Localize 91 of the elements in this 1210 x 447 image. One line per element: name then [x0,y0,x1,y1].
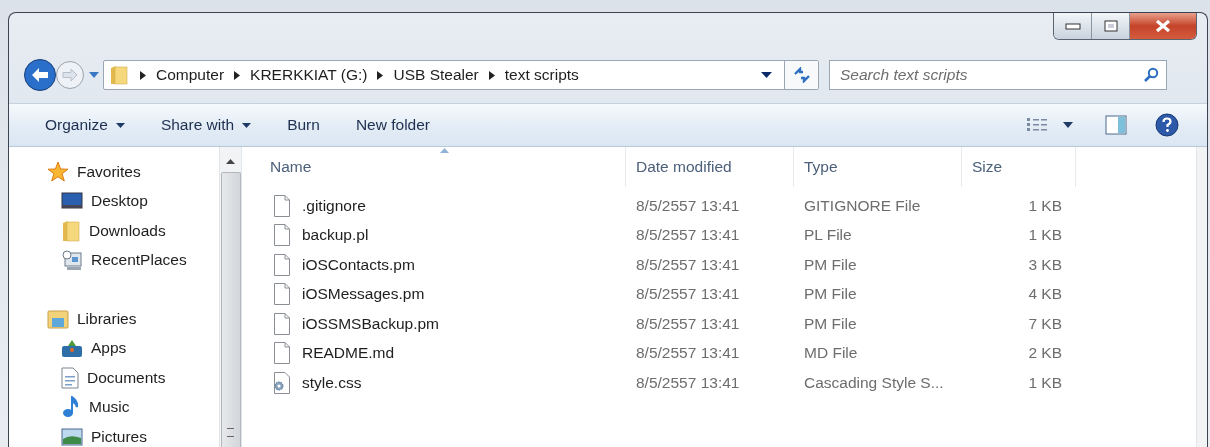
view-options-icon[interactable] [1027,118,1049,132]
pictures-icon [61,427,83,446]
file-icon [274,342,290,365]
type-cell-text: PM File [803,255,858,274]
folder-icon [61,219,81,242]
date-cell-text: 8/5/2557 13:41 [635,285,741,304]
size-cell-text: 7 KB [1027,314,1062,333]
column-header[interactable]: Size [962,147,1076,187]
file-icon [274,312,290,335]
refresh-button[interactable] [784,61,818,89]
nav-item[interactable]: Apps [47,333,219,363]
size-cell-text: 2 KB [1027,344,1062,363]
toolbar-button[interactable]: Share with [150,112,262,138]
date-cell-text: 8/5/2557 13:41 [635,373,741,392]
date-cell-text: 8/5/2557 13:41 [635,255,741,274]
refresh-icon [792,67,811,83]
column-header[interactable]: Type [794,147,962,187]
column-header[interactable]: Date modified [626,147,794,187]
chevron-icon[interactable] [377,70,384,80]
music-note-icon [61,396,81,419]
toolbar-button[interactable]: New folder [345,112,440,138]
size-cell-text: 1 KB [1027,373,1062,392]
nav-item[interactable]: Downloads [47,216,219,246]
folder-icon [110,65,128,85]
search-field[interactable]: Search text scripts [829,60,1167,90]
nav-item[interactable]: Pictures [47,422,219,447]
date-cell-text: 8/5/2557 13:41 [635,314,741,333]
caret-icon [115,122,125,128]
caret-icon [242,122,252,128]
nav-item[interactable]: Favorites [47,157,219,187]
apps-icon [61,338,83,359]
scroll-up-icon[interactable] [226,159,235,164]
file-icon [274,253,290,276]
date-cell-text: 8/5/2557 13:41 [635,344,741,363]
nav-item[interactable]: Libraries [47,304,219,334]
back-button[interactable] [23,58,57,92]
recent-places-icon [61,249,83,272]
breadcrumb[interactable]: text scripts [504,66,579,84]
library-icon [47,308,69,329]
address-bar[interactable]: Computer KRERKKIAT (G:) USB Stealer text scripts [103,60,819,90]
file-name[interactable]: backup.pl [302,226,369,245]
breadcrumb[interactable]: KRERKKIAT (G:) [250,66,368,84]
column-header[interactable]: Name [270,147,626,187]
nav-item[interactable]: RecentPlaces [47,245,219,275]
nav-item[interactable]: Documents [47,363,219,393]
maximize-button[interactable] [1092,13,1130,39]
file-name[interactable]: README.md [302,344,395,363]
nav-item[interactable]: Music [47,392,219,422]
file-name[interactable]: iOSContacts.pm [302,255,415,274]
chevron-icon[interactable] [234,70,241,80]
date-cell-text: 8/5/2557 13:41 [635,226,741,245]
dropdown-icon[interactable] [761,71,772,79]
star-icon [47,160,69,183]
size-cell-text: 1 KB [1027,196,1062,215]
close-icon [1154,19,1172,33]
size-cell-text: 3 KB [1027,255,1062,274]
toolbar-button[interactable]: Organize [35,112,135,138]
type-cell-text: Cascading Style S... [803,373,945,392]
file-name[interactable]: iOSMessages.pm [302,285,425,304]
type-cell-text: PL File [803,226,853,245]
chevron-icon[interactable] [488,70,495,80]
size-cell-text: 1 KB [1027,226,1062,245]
nav-item[interactable]: Desktop [47,186,219,216]
type-cell-text: PM File [803,285,858,304]
type-cell-text: MD File [803,344,859,363]
type-cell-text: GITIGNORE File [803,196,922,215]
sort-arrow-icon [440,148,450,153]
file-icon [274,283,290,306]
close-button[interactable] [1130,13,1196,39]
toolbar-button[interactable]: Burn [277,112,330,138]
file-icon [274,224,290,247]
file-name[interactable]: iOSSMSBackup.pm [302,314,439,333]
breadcrumb[interactable]: USB Stealer [393,66,479,84]
desktop-icon [61,192,83,211]
file-name[interactable]: style.css [302,373,362,392]
scrollbar[interactable] [1196,147,1207,447]
document-icon [61,366,79,389]
file-name[interactable]: .gitignore [302,196,366,215]
breadcrumb[interactable]: Computer [156,66,225,84]
help-icon[interactable] [1155,113,1179,137]
file-icon [274,194,290,217]
size-cell-text: 4 KB [1027,285,1062,304]
maximize-icon [1103,20,1118,32]
settings-file-icon [274,371,290,394]
date-cell-text: 8/5/2557 13:41 [635,196,741,215]
search-icon[interactable] [1143,67,1159,83]
type-cell-text: PM File [803,314,858,333]
chevron-icon[interactable] [140,70,146,80]
minimize-icon [1064,22,1081,30]
caret-icon[interactable] [1063,122,1073,128]
minimize-button[interactable] [1054,13,1092,39]
